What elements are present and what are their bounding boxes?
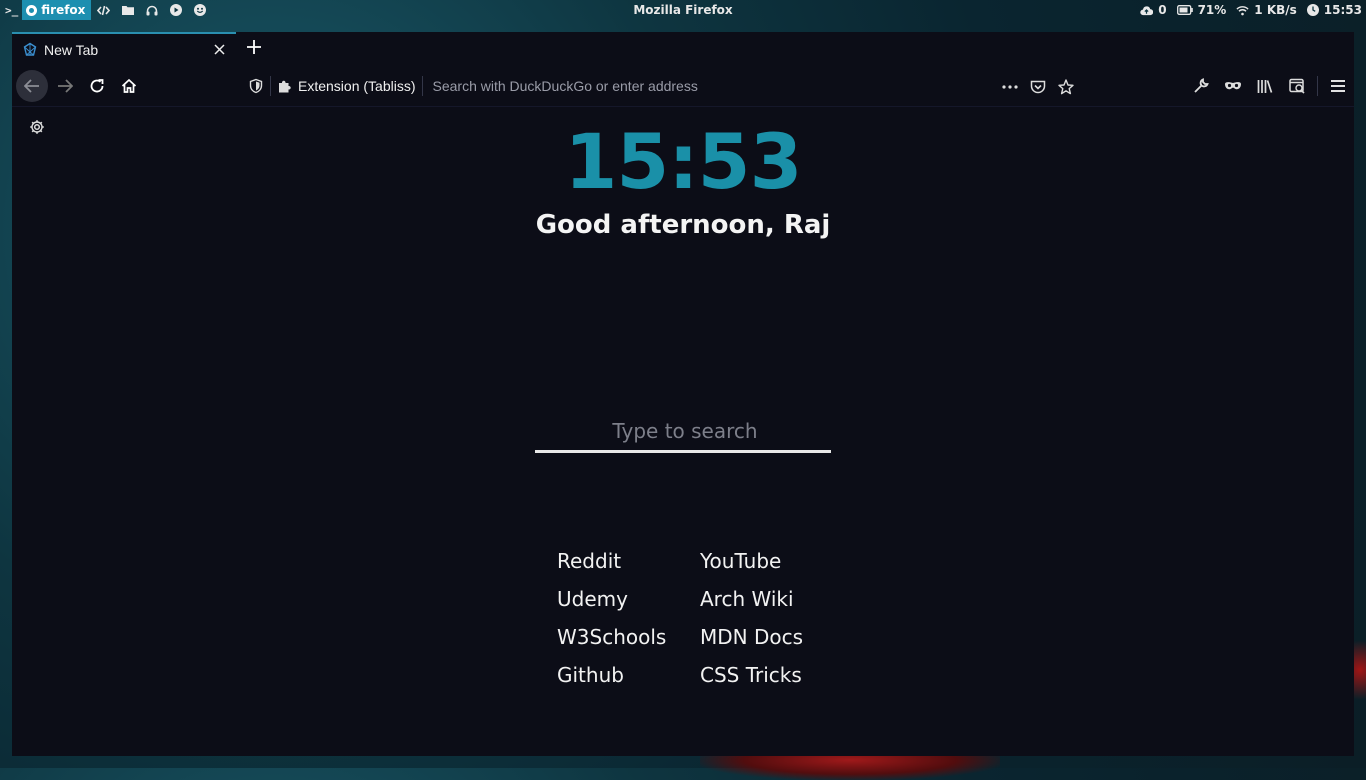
cloud-upload-icon	[1140, 5, 1154, 15]
address-input[interactable]	[430, 77, 955, 95]
active-app-chip[interactable]: firefox	[22, 0, 92, 20]
url-separator	[270, 76, 271, 96]
link-mdn-docs[interactable]: MDN Docs	[700, 624, 850, 651]
tabliss-icon	[23, 42, 37, 56]
extension-label: Extension (Tabliss)	[298, 78, 416, 94]
system-bar-left: >_ firefox	[0, 0, 212, 20]
url-separator	[421, 76, 423, 96]
network-speed: 1 KB/s	[1254, 3, 1297, 17]
url-bar[interactable]: Extension (Tabliss)	[244, 71, 1084, 101]
system-time: 15:53	[1323, 3, 1362, 17]
url-actions	[1002, 79, 1074, 95]
hamburger-menu-icon[interactable]	[1322, 76, 1354, 96]
reload-button[interactable]	[81, 70, 113, 102]
toolbar-right	[1185, 76, 1354, 96]
headphones-icon[interactable]	[140, 0, 164, 20]
code-icon[interactable]	[91, 0, 116, 20]
browser-window: New Tab Extension (Tabliss) Search with …	[12, 32, 1354, 756]
link-arch-wiki[interactable]: Arch Wiki	[700, 586, 850, 613]
page-clock: 15:53	[564, 117, 803, 206]
link-w3schools[interactable]: W3Schools	[557, 624, 700, 651]
pocket-icon[interactable]	[1030, 79, 1046, 95]
navigation-toolbar: Extension (Tabliss)	[12, 66, 1354, 107]
quick-links: Reddit YouTube Udemy Arch Wiki W3Schools…	[557, 548, 857, 689]
active-app-label: firefox	[41, 3, 86, 17]
network-status[interactable]: 1 KB/s	[1236, 3, 1297, 17]
back-button[interactable]	[16, 70, 48, 102]
bookmark-star-icon[interactable]	[1058, 79, 1074, 95]
tracking-protection-icon[interactable]	[248, 78, 264, 94]
wifi-icon	[1236, 5, 1249, 15]
terminal-icon[interactable]: >_	[0, 0, 22, 20]
link-udemy[interactable]: Udemy	[557, 586, 700, 613]
link-youtube[interactable]: YouTube	[700, 548, 850, 575]
new-tab-page: 15:53 Good afternoon, Raj Reddit YouTube…	[12, 107, 1354, 756]
battery-icon	[1176, 5, 1193, 15]
tab-title: New Tab	[44, 42, 99, 58]
private-mask-icon[interactable]	[1217, 76, 1249, 96]
page-actions-icon[interactable]	[1002, 79, 1018, 95]
toolbar-separator	[1317, 76, 1318, 96]
close-tab-icon[interactable]	[210, 40, 228, 58]
forward-button[interactable]	[49, 70, 81, 102]
tab-new-tab[interactable]: New Tab	[12, 32, 236, 66]
puzzle-piece-icon	[279, 80, 291, 93]
battery-status[interactable]: 71%	[1176, 3, 1227, 17]
link-reddit[interactable]: Reddit	[557, 548, 700, 575]
library-icon[interactable]	[1249, 76, 1281, 96]
cloud-count: 0	[1158, 3, 1167, 17]
system-clock[interactable]: 15:53	[1306, 3, 1362, 17]
clock-icon	[1306, 4, 1319, 16]
system-top-bar: >_ firefox Mozilla Firefox 0 71% 1 KB/s …	[0, 0, 1366, 20]
greeting: Good afternoon, Raj	[535, 210, 831, 240]
home-button[interactable]	[113, 70, 145, 102]
link-github[interactable]: Github	[557, 662, 700, 689]
system-tray: 0 71% 1 KB/s 15:53	[1140, 0, 1366, 20]
cloud-status[interactable]: 0	[1140, 3, 1167, 17]
folder-icon[interactable]	[116, 0, 140, 20]
tab-strip: New Tab	[12, 32, 1354, 66]
new-tab-button[interactable]	[244, 37, 264, 57]
play-icon[interactable]	[164, 0, 188, 20]
wrench-icon[interactable]	[1185, 76, 1217, 96]
reader-view-icon[interactable]	[1281, 76, 1313, 96]
smiley-icon[interactable]	[188, 0, 212, 20]
search-input[interactable]	[535, 412, 835, 450]
search-box	[535, 412, 835, 453]
firefox-icon	[26, 4, 38, 16]
battery-level: 71%	[1197, 3, 1227, 17]
link-css-tricks[interactable]: CSS Tricks	[700, 662, 850, 689]
